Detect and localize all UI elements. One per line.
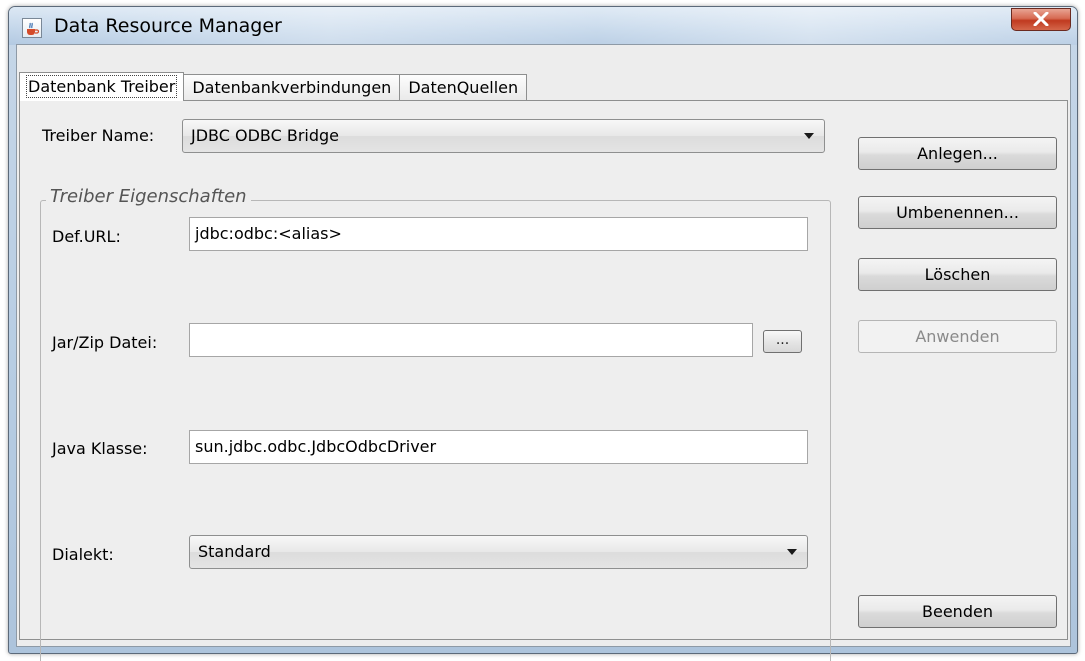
tab-datenquellen[interactable]: DatenQuellen: [399, 74, 528, 101]
java-class-value: sun.jdbc.odbc.JdbcOdbcDriver: [195, 437, 437, 456]
url-label: Def.URL:: [52, 227, 121, 246]
window-title: Data Resource Manager: [54, 15, 282, 37]
chevron-down-icon: [804, 133, 814, 139]
java-class-label: Java Klasse:: [52, 439, 148, 458]
dialog-body: Datenbank Treiber Datenbankverbindungen …: [17, 43, 1072, 661]
browse-button[interactable]: ...: [763, 330, 802, 353]
dialect-value: Standard: [198, 542, 271, 561]
java-cup-icon: [22, 18, 42, 38]
java-class-input[interactable]: sun.jdbc.odbc.JdbcOdbcDriver: [189, 430, 808, 464]
tab-datenbankverbindungen[interactable]: Datenbankverbindungen: [183, 74, 401, 101]
url-value: jdbc:odbc:<alias>: [195, 224, 342, 243]
driver-name-label: Treiber Name:: [42, 126, 155, 145]
chevron-down-icon: [787, 549, 797, 555]
tab-panel-datenbank-treiber: Treiber Name: JDBC ODBC Bridge Treiber E…: [19, 100, 1068, 661]
apply-button[interactable]: Anwenden: [858, 320, 1057, 353]
jar-file-input[interactable]: [189, 323, 753, 357]
tab-label: Datenbank Treiber: [25, 75, 178, 98]
tab-label: Datenbankverbindungen: [192, 78, 392, 97]
create-button[interactable]: Anlegen...: [858, 137, 1057, 170]
tab-datenbank-treiber[interactable]: Datenbank Treiber: [19, 72, 185, 101]
driver-name-value: JDBC ODBC Bridge: [191, 126, 340, 145]
driver-name-select[interactable]: JDBC ODBC Bridge: [182, 119, 825, 153]
close-icon[interactable]: [1011, 8, 1071, 31]
dialect-select[interactable]: Standard: [189, 535, 808, 569]
url-input[interactable]: jdbc:odbc:<alias>: [189, 217, 808, 251]
jar-file-label: Jar/Zip Datei:: [52, 333, 158, 352]
dialect-label: Dialekt:: [52, 545, 114, 564]
title-bar[interactable]: Data Resource Manager: [9, 7, 1077, 45]
driver-properties-legend: Treiber Eigenschaften: [46, 186, 251, 207]
rename-button[interactable]: Umbenennen...: [858, 196, 1057, 229]
tab-label: DatenQuellen: [408, 78, 519, 97]
tab-bar: Datenbank Treiber Datenbankverbindungen …: [19, 72, 528, 101]
exit-button[interactable]: Beenden: [858, 595, 1057, 628]
delete-button[interactable]: Löschen: [858, 258, 1057, 291]
